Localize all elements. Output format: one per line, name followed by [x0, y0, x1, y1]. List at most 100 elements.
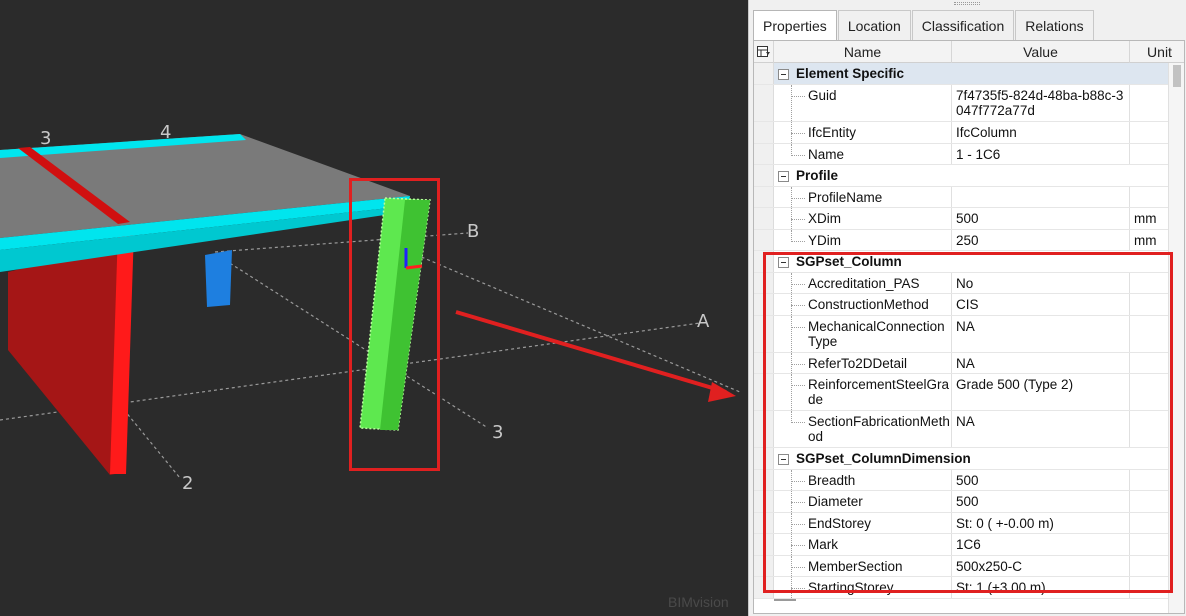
model-scene[interactable] [0, 0, 748, 616]
property-value: No [956, 276, 974, 291]
grid-label-2: 2 [182, 473, 194, 494]
property-row-end-storey[interactable]: EndStorey St: 0 ( +-0.00 m) [754, 513, 1168, 534]
property-name: MechanicalConnectionType [808, 319, 945, 349]
property-unit: mm [1134, 233, 1157, 248]
property-value: St: 1 (+3.00 m) [956, 580, 1046, 595]
property-name: ReinforcementSteelGrade [808, 377, 950, 407]
group-title: Element Specific [796, 66, 905, 81]
group-title: Profile [796, 168, 839, 183]
property-name: Diameter [808, 494, 863, 509]
categorize-icon[interactable] [754, 41, 774, 63]
grid-line-2 [119, 404, 181, 479]
panel-tabs: Properties Location Classification Relat… [753, 10, 1095, 41]
property-name: ReferTo2DDetail [808, 356, 908, 371]
group-sgpset-column[interactable]: SGPset_Column [754, 251, 1168, 273]
property-row-diameter[interactable]: Diameter 500 [754, 491, 1168, 513]
collapse-icon[interactable] [778, 257, 789, 268]
property-row-profilename[interactable]: ProfileName [754, 187, 1168, 208]
property-value: St: 0 ( +-0.00 m) [956, 516, 1054, 531]
tab-classification[interactable]: Classification [911, 10, 1015, 40]
blue-column [205, 250, 232, 307]
horizontal-scroll-indicator[interactable] [774, 599, 796, 601]
property-name: SectionFabricationMethod [808, 414, 950, 444]
grid-line-b [214, 232, 469, 253]
property-value: 7f4735f5-824d-48ba-b88c-3047f772a77d [956, 88, 1124, 118]
property-value: 1C6 [956, 537, 981, 552]
group-title: SGPset_ColumnDimension [796, 451, 971, 466]
property-value: 250 [956, 233, 979, 248]
panel-resize-grip[interactable] [954, 2, 980, 5]
grid-header: Name Value Unit [754, 41, 1184, 63]
tab-properties[interactable]: Properties [753, 10, 837, 41]
property-row-accreditation-pas[interactable]: Accreditation_PAS No [754, 273, 1168, 294]
column-header-value[interactable]: Value [952, 41, 1130, 63]
property-row-member-section[interactable]: MemberSection 500x250-C [754, 556, 1168, 577]
grid-label-3-top: 3 [40, 128, 52, 149]
property-name: Accreditation_PAS [808, 276, 920, 291]
property-row-name[interactable]: Name 1 - 1C6 [754, 144, 1168, 165]
property-value: CIS [956, 297, 979, 312]
property-name: ProfileName [808, 190, 883, 205]
property-name: IfcEntity [808, 125, 857, 140]
property-row-ifcentity[interactable]: IfcEntity IfcColumn [754, 122, 1168, 144]
property-value: NA [956, 414, 975, 429]
property-value: Grade 500 (Type 2) [956, 377, 1074, 392]
property-row-breadth[interactable]: Breadth 500 [754, 470, 1168, 491]
property-name: StartingStorey [808, 580, 894, 595]
3d-viewport[interactable]: 3 4 B A 3 2 BIMvision [0, 0, 748, 616]
property-row-guid[interactable]: Guid 7f4735f5-824d-48ba-b88c-3047f772a77… [754, 85, 1168, 122]
annotation-arrow [455, 310, 727, 394]
grid-line-3 [224, 259, 489, 429]
property-value: 500 [956, 211, 979, 226]
property-value: 1 - 1C6 [956, 147, 1001, 162]
property-unit: mm [1134, 211, 1157, 226]
property-name: XDim [808, 211, 841, 226]
property-row-reinforcement-steel-grade[interactable]: ReinforcementSteelGrade Grade 500 (Type … [754, 374, 1168, 411]
axis-x [405, 264, 423, 270]
column-header-name[interactable]: Name [774, 41, 952, 63]
grid-label-3-bottom: 3 [492, 422, 504, 443]
tab-location[interactable]: Location [837, 10, 911, 40]
property-name: EndStorey [808, 516, 872, 531]
property-value: 500 [956, 494, 979, 509]
property-row-starting-storey[interactable]: StartingStorey St: 1 (+3.00 m) [754, 577, 1168, 599]
property-name: MemberSection [808, 559, 903, 574]
property-row-construction-method[interactable]: ConstructionMethod CIS [754, 294, 1168, 316]
group-title: SGPset_Column [796, 254, 902, 269]
grid-label-b: B [467, 221, 480, 242]
property-grid: Name Value Unit Element Specific Guid 7f… [753, 40, 1185, 614]
grid-rows: Element Specific Guid 7f4735f5-824d-48ba… [754, 63, 1168, 599]
column-header-unit[interactable]: Unit [1130, 41, 1184, 63]
property-name: Guid [808, 88, 837, 103]
app-watermark: BIMvision [668, 594, 729, 610]
group-sgpset-column-dimension[interactable]: SGPset_ColumnDimension [754, 448, 1168, 470]
grid-label-a: A [697, 311, 710, 332]
collapse-icon[interactable] [778, 171, 789, 182]
property-row-ydim[interactable]: YDim 250 mm [754, 230, 1168, 251]
property-name: YDim [808, 233, 841, 248]
vertical-scrollbar[interactable] [1168, 63, 1184, 613]
property-name: ConstructionMethod [808, 297, 929, 312]
property-value: NA [956, 319, 975, 334]
property-name: Name [808, 147, 845, 162]
property-name: Mark [808, 537, 838, 552]
property-row-mark[interactable]: Mark 1C6 [754, 534, 1168, 556]
guide-line [404, 249, 741, 393]
group-profile[interactable]: Profile [754, 165, 1168, 187]
property-value: 500x250-C [956, 559, 1023, 574]
property-value: NA [956, 356, 975, 371]
properties-panel: Properties Location Classification Relat… [748, 0, 1186, 616]
property-value: IfcColumn [956, 125, 1017, 140]
property-row-refer-to-2d-detail[interactable]: ReferTo2DDetail NA [754, 353, 1168, 374]
group-element-specific[interactable]: Element Specific [754, 63, 1168, 85]
property-row-mechanical-connection-type[interactable]: MechanicalConnectionType NA [754, 316, 1168, 353]
property-value: 500 [956, 473, 979, 488]
collapse-icon[interactable] [778, 69, 789, 80]
tab-relations[interactable]: Relations [1015, 10, 1094, 40]
scrollbar-thumb[interactable] [1173, 65, 1181, 87]
property-name: Breadth [808, 473, 856, 488]
property-row-xdim[interactable]: XDim 500 mm [754, 208, 1168, 230]
property-row-section-fabrication-method[interactable]: SectionFabricationMethod NA [754, 411, 1168, 448]
grid-label-4: 4 [160, 122, 172, 143]
collapse-icon[interactable] [778, 454, 789, 465]
